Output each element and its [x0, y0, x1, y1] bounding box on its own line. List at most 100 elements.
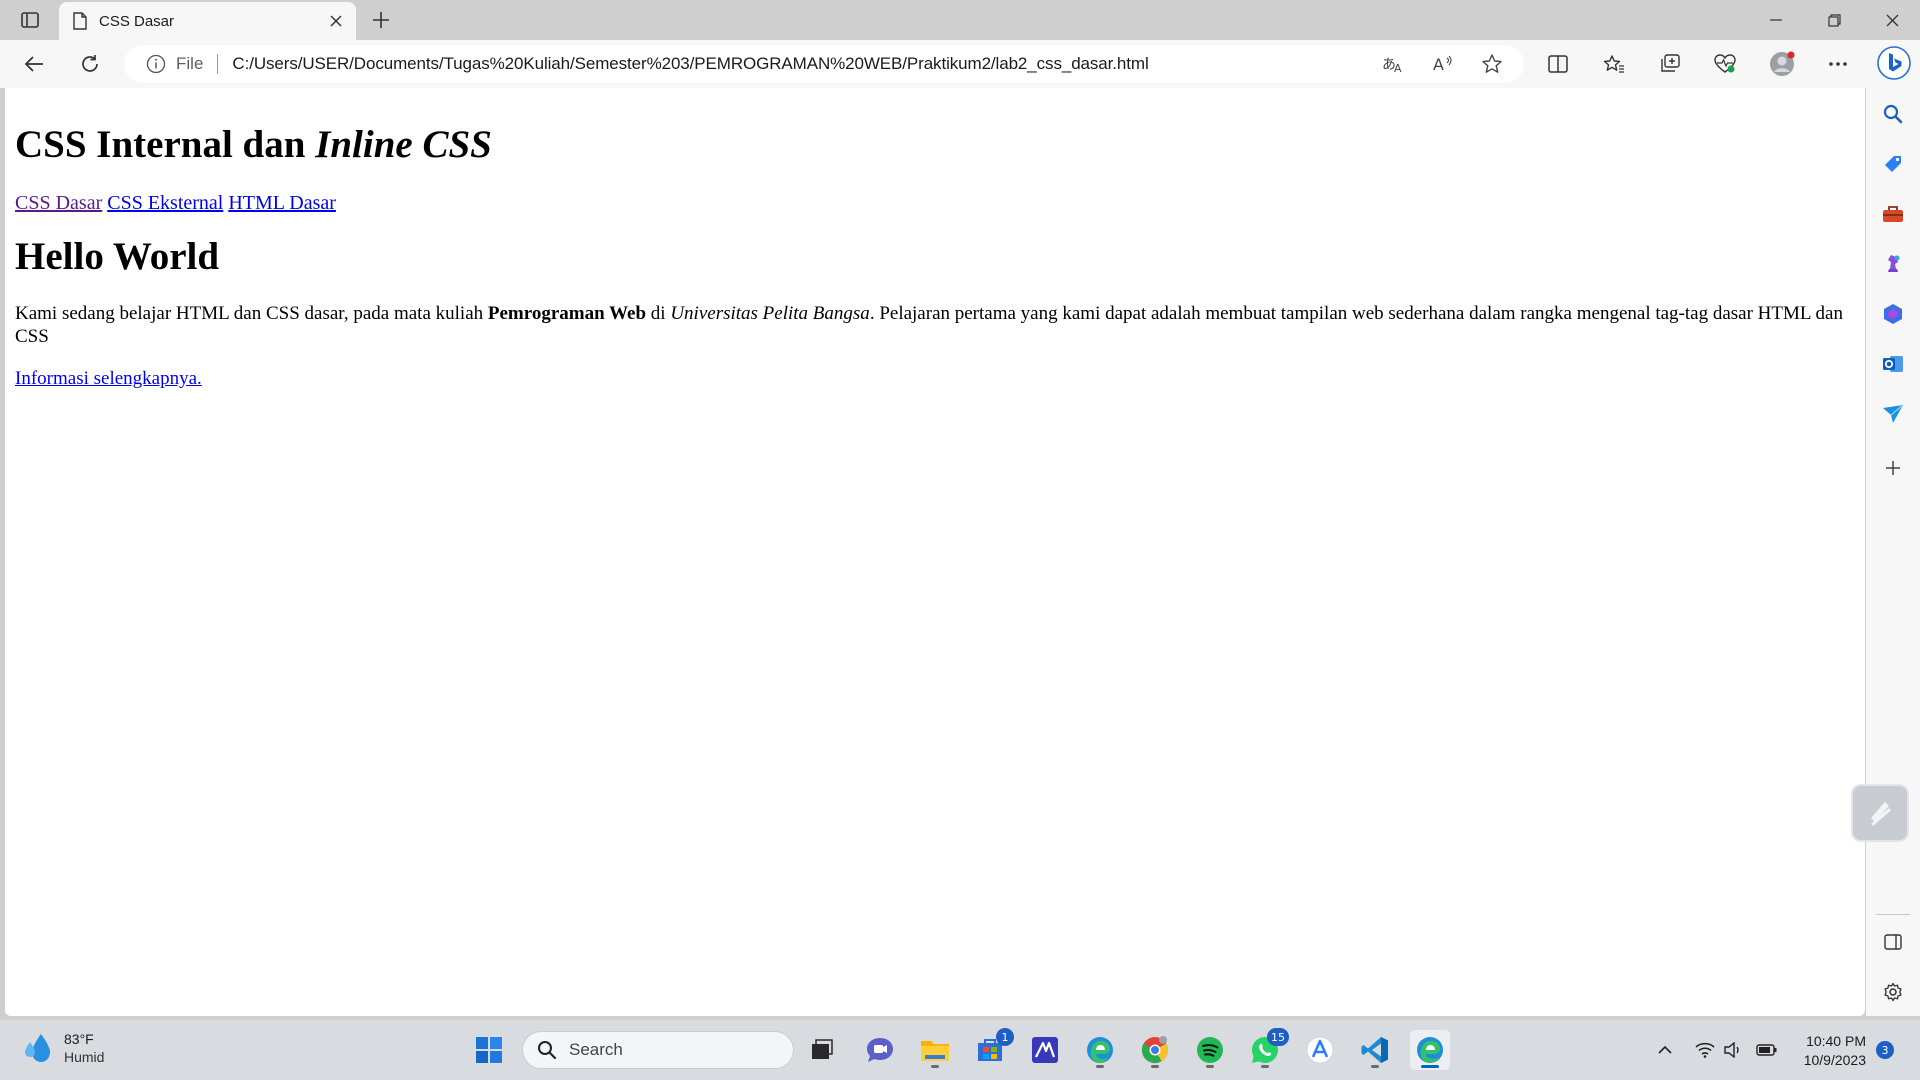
running-indicator — [1096, 1065, 1104, 1068]
paragraph-text-2: di — [646, 302, 671, 324]
back-button[interactable] — [16, 48, 52, 80]
floating-assistant-button[interactable] — [1851, 784, 1909, 842]
chess-piece-icon — [1888, 255, 1900, 272]
sidebar-shopping-button[interactable] — [1877, 148, 1909, 180]
restore-icon — [1827, 13, 1841, 27]
math-app-button[interactable] — [1025, 1030, 1065, 1070]
hello-heading: Hello World — [15, 234, 220, 278]
tab-close-button[interactable] — [326, 11, 346, 31]
read-aloud-icon: A — [1433, 55, 1452, 74]
start-button[interactable] — [469, 1030, 509, 1070]
sidebar-games-button[interactable] — [1877, 248, 1909, 280]
chrome-button[interactable] — [1135, 1030, 1175, 1070]
ms-store-button[interactable]: 1 — [970, 1028, 1014, 1070]
a-logo-icon — [1306, 1036, 1334, 1064]
chrome-icon — [1141, 1036, 1169, 1064]
running-indicator — [1206, 1065, 1214, 1068]
teams-chat-icon — [867, 1038, 893, 1062]
page-title-italic: Inline CSS — [315, 123, 492, 166]
favorite-button[interactable] — [1477, 49, 1507, 79]
translate-button[interactable]: あA — [1378, 49, 1408, 79]
tab-actions-button[interactable] — [14, 8, 46, 32]
sidebar-add-button[interactable] — [1877, 452, 1909, 484]
clock[interactable]: 10:40 PM 10/9/2023 — [1790, 1032, 1866, 1070]
nav-link-html-dasar[interactable]: HTML Dasar — [228, 192, 336, 214]
sidebar-panel-icon — [1884, 934, 1902, 950]
address-bar[interactable]: File C:/Users/USER/Documents/Tugas%20Kul… — [124, 45, 1524, 83]
tab-css-dasar[interactable]: CSS Dasar — [59, 2, 356, 40]
more-info-link[interactable]: Informasi selengkapnya. — [15, 368, 202, 389]
url-text[interactable]: C:/Users/USER/Documents/Tugas%20Kuliah/S… — [232, 54, 1148, 74]
sidebar-drop-button[interactable] — [1877, 398, 1909, 430]
edge-icon — [1087, 1037, 1113, 1063]
collections-button[interactable] — [1652, 48, 1688, 80]
wifi-icon — [1695, 1042, 1715, 1058]
lightning-icon — [1871, 802, 1891, 826]
sidebar-outlook-button[interactable] — [1877, 348, 1909, 380]
collections-icon — [1661, 54, 1680, 72]
vscode-icon — [1361, 1037, 1388, 1063]
file-explorer-button[interactable] — [915, 1030, 955, 1070]
spotify-button[interactable] — [1190, 1030, 1230, 1070]
intro-paragraph: Kami sedang belajar HTML dan CSS dasar, … — [15, 302, 1855, 348]
svg-text:A: A — [1394, 62, 1402, 74]
sidebar-search-button[interactable] — [1877, 98, 1909, 130]
app-button[interactable] — [1300, 1030, 1340, 1070]
outlook-icon — [1883, 356, 1903, 372]
running-indicator — [1261, 1065, 1269, 1068]
send-icon — [1883, 404, 1904, 423]
nav-links: CSS Dasar CSS Eksternal HTML Dasar — [15, 192, 1855, 215]
wifi-status[interactable] — [1692, 1020, 1718, 1080]
svg-text:A: A — [1433, 55, 1444, 74]
weather-widget[interactable]: 83°F Humid — [20, 1030, 104, 1066]
active-indicator — [1421, 1065, 1439, 1068]
bing-copilot-icon — [1877, 46, 1911, 80]
chevron-up-icon — [1658, 1046, 1672, 1054]
settings-more-button[interactable] — [1820, 48, 1856, 80]
speaker-icon — [1724, 1042, 1739, 1058]
page-title: CSS Internal dan Inline CSS — [15, 123, 1855, 168]
paragraph-text-1: Kami sedang belajar HTML dan CSS dasar, … — [15, 302, 488, 324]
favorites-icon — [1603, 55, 1624, 73]
browser-essentials-button[interactable] — [1707, 48, 1743, 80]
url-scheme-label: File — [176, 54, 204, 73]
nav-link-css-eksternal[interactable]: CSS Eksternal — [107, 192, 223, 214]
taskbar-search[interactable]: Search — [522, 1031, 794, 1069]
minimize-button[interactable] — [1748, 0, 1804, 40]
running-indicator — [1151, 1065, 1159, 1068]
close-window-button[interactable] — [1864, 0, 1920, 40]
plus-icon — [373, 12, 389, 28]
volume-status[interactable] — [1720, 1020, 1746, 1080]
running-indicator — [1371, 1065, 1379, 1068]
notification-badge[interactable]: 3 — [1876, 1041, 1894, 1059]
sidebar-tools-button[interactable] — [1877, 198, 1909, 230]
new-tab-button[interactable] — [368, 8, 394, 32]
page-title-plain: CSS Internal dan — [15, 123, 316, 166]
hide-sidebar-button[interactable] — [1877, 926, 1909, 958]
sidebar-settings-button[interactable] — [1877, 976, 1909, 1008]
math-app-icon — [1032, 1037, 1058, 1063]
whatsapp-button[interactable]: 15 — [1245, 1028, 1289, 1070]
refresh-button[interactable] — [72, 48, 108, 80]
profile-button[interactable] — [1764, 48, 1800, 80]
edge-browser-button[interactable] — [1410, 1030, 1450, 1070]
battery-status[interactable] — [1752, 1020, 1782, 1080]
restore-button[interactable] — [1806, 0, 1862, 40]
edge-dev-button[interactable] — [1080, 1030, 1120, 1070]
favorites-button[interactable] — [1596, 48, 1632, 80]
sidebar-m365-button[interactable] — [1877, 298, 1909, 330]
show-hidden-icons-button[interactable] — [1652, 1020, 1678, 1080]
clock-time: 10:40 PM — [1806, 1033, 1866, 1049]
plus-icon — [1886, 461, 1900, 475]
vscode-button[interactable] — [1355, 1030, 1395, 1070]
bing-chat-button[interactable] — [1875, 44, 1913, 82]
paragraph-bold: Pemrograman Web — [487, 302, 647, 324]
refresh-icon — [82, 55, 98, 72]
split-screen-button[interactable] — [1540, 48, 1576, 80]
task-view-button[interactable] — [802, 1030, 842, 1070]
info-icon[interactable] — [146, 54, 166, 74]
windows-taskbar: 83°F Humid Search 1 15 10:40 PM 10/9/202… — [0, 1020, 1920, 1080]
nav-link-css-dasar[interactable]: CSS Dasar — [15, 192, 102, 214]
chat-app-button[interactable] — [860, 1030, 900, 1070]
read-aloud-button[interactable]: A — [1428, 49, 1458, 79]
